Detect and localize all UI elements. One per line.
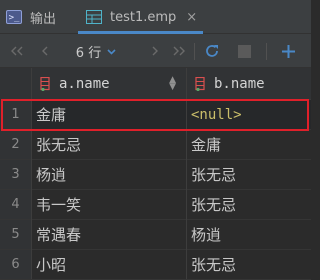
next-page-icon[interactable] [144, 34, 166, 68]
result-toolbar: 6 行 [0, 34, 311, 68]
terminal-icon: >_ [6, 10, 22, 24]
row-number: 4 [0, 190, 31, 219]
cell-b-name[interactable]: 杨逍 [191, 220, 221, 249]
cell-b-name[interactable]: 张无忌 [191, 190, 236, 219]
add-row-icon[interactable] [276, 34, 300, 68]
tab-test1-emp[interactable]: test1.emp × [77, 0, 204, 34]
table-row[interactable]: 2 张无忌 金庸 [0, 130, 311, 160]
first-page-icon[interactable] [6, 34, 28, 68]
column-header-a-name[interactable]: a.name ▲ ▼ [40, 68, 186, 100]
cell-b-name[interactable]: 张无忌 [191, 160, 236, 189]
cell-a-name[interactable]: 韦一笑 [36, 190, 81, 219]
table-row[interactable]: 3 杨逍 张无忌 [0, 160, 311, 190]
table-row[interactable]: 6 小昭 张无忌 [0, 250, 311, 280]
last-page-icon[interactable] [168, 34, 190, 68]
cell-a-name[interactable]: 金庸 [36, 100, 66, 129]
column-name-a: a.name [59, 76, 110, 92]
table-header: a.name ▲ ▼ b.name [0, 68, 311, 100]
cell-a-name[interactable]: 杨逍 [36, 160, 66, 189]
column-icon [40, 77, 50, 91]
table-row[interactable]: 1 金庸 <null> [0, 100, 311, 130]
row-number-header [0, 68, 31, 100]
column-divider [186, 68, 187, 279]
cell-b-name[interactable]: 张无忌 [191, 250, 236, 279]
tab-bar: >_ 输出 test1.emp × [0, 0, 311, 34]
row-number: 5 [0, 220, 31, 249]
row-number: 2 [0, 130, 31, 159]
cell-a-name[interactable]: 张无忌 [36, 130, 81, 159]
cell-a-name[interactable]: 小昭 [36, 250, 66, 279]
toolbar-divider [266, 43, 267, 60]
toolbar-divider [194, 43, 195, 60]
rows-count-selector[interactable]: 6 行 [70, 34, 122, 68]
chevron-down-icon [107, 45, 116, 58]
row-number: 3 [0, 160, 31, 189]
table-row[interactable]: 5 常遇春 杨逍 [0, 220, 311, 250]
column-header-b-name[interactable]: b.name [195, 68, 311, 100]
rows-count-label: 6 行 [75, 45, 102, 61]
cell-b-name[interactable]: 金庸 [191, 130, 221, 159]
close-icon[interactable]: × [186, 10, 197, 25]
row-number: 6 [0, 250, 31, 279]
table-row[interactable]: 4 韦一笑 张无忌 [0, 190, 311, 220]
refresh-icon[interactable] [200, 34, 224, 68]
row-number: 1 [0, 100, 31, 129]
stop-icon[interactable] [232, 34, 256, 68]
tab-output-label: 输出 [30, 11, 57, 27]
cell-a-name[interactable]: 常遇春 [36, 220, 81, 249]
table-grid-icon [86, 10, 102, 24]
gutter-divider [31, 68, 32, 279]
tab-test1-emp-label: test1.emp [110, 9, 177, 25]
cell-b-name-null[interactable]: <null> [191, 100, 242, 129]
sort-icon[interactable]: ▲ ▼ [169, 76, 176, 92]
column-icon [195, 77, 205, 91]
tab-output[interactable]: >_ 输出 [6, 0, 56, 34]
prev-page-icon[interactable] [34, 34, 56, 68]
column-name-b: b.name [214, 76, 265, 92]
